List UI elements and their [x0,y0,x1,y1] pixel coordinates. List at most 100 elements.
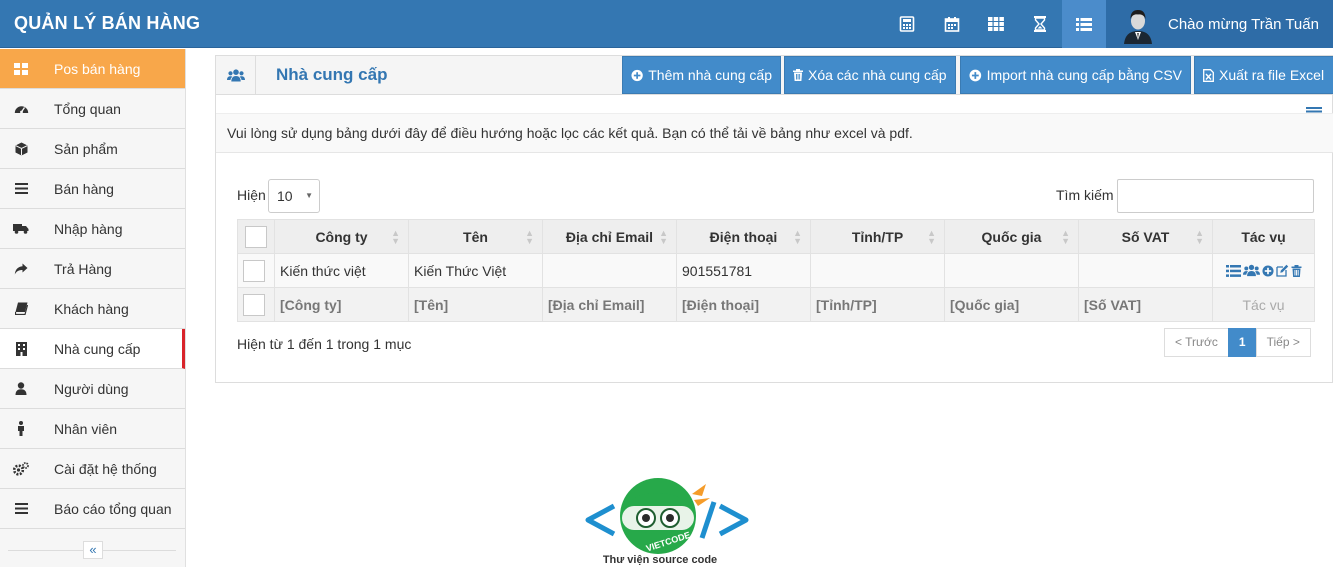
list-details-icon[interactable] [1225,264,1241,277]
sidebar-item-users[interactable]: Người dùng [0,369,185,409]
building-icon [12,341,30,356]
sidebar-item-label: Nhân viên [54,421,118,437]
app-brand[interactable]: QUẢN LÝ BÁN HÀNG [14,0,200,48]
page-size-select[interactable]: 10 ▼ [268,179,320,213]
plus-circle-icon [969,69,982,81]
page-1-button[interactable]: 1 [1227,328,1257,357]
cell-email [542,253,677,288]
user-avatar [1118,4,1158,44]
sidebar-item-sales[interactable]: Bán hàng [0,169,185,209]
calculator-icon[interactable] [885,0,929,48]
select-all-checkbox[interactable] [245,225,267,248]
select-all-cell [237,219,275,254]
sort-icon: ▲ ▼ [1061,228,1070,246]
add-supplier-label: Thêm nhà cung cấp [648,67,772,83]
calendar-icon[interactable] [930,0,974,48]
row-select-cell [237,253,275,288]
list-icon[interactable] [1062,0,1106,48]
sidebar-item-label: Khách hàng [54,301,129,317]
prev-page-button[interactable]: < Trước [1164,328,1229,357]
sidebar-item-products[interactable]: Sản phẩm [0,129,185,169]
hourglass-icon[interactable] [1018,0,1062,48]
sidebar-item-reports[interactable]: Báo cáo tổng quan [0,489,185,529]
col-label: Quốc gia [981,228,1042,245]
col-vat[interactable]: Số VAT ▲ ▼ [1078,219,1213,254]
sidebar-item-label: Báo cáo tổng quan [54,501,172,517]
col-city[interactable]: Tỉnh/TP ▲ ▼ [810,219,945,254]
filter-company[interactable]: [Công ty] [274,287,409,322]
sort-icon: ▲ ▼ [1195,228,1204,246]
col-country[interactable]: Quốc gia ▲ ▼ [944,219,1079,254]
next-page-button[interactable]: Tiếp > [1255,328,1311,357]
sort-icon: ▲ ▼ [391,228,400,246]
col-label: Số VAT [1121,228,1170,245]
filter-email[interactable]: [Địa chỉ Email] [542,287,677,322]
search-label: Tìm kiếm [1056,187,1114,203]
file-excel-icon [1203,68,1214,82]
filter-actions: Tác vụ [1212,287,1315,322]
dashboard-icon [12,102,30,116]
filter-vat[interactable]: [Số VAT] [1078,287,1213,322]
import-csv-button[interactable]: Import nhà cung cấp bằng CSV [960,56,1191,94]
col-label: Công ty [315,228,368,245]
search-input[interactable] [1117,179,1314,213]
row-checkbox[interactable] [243,259,265,282]
cell-phone: 901551781 [676,253,811,288]
filter-checkbox[interactable] [243,293,265,316]
cell-name: Kiến Thức Việt [408,253,543,288]
trash-icon[interactable] [1291,264,1302,277]
add-circle-icon[interactable] [1261,264,1274,277]
import-csv-label: Import nhà cung cấp bằng CSV [986,67,1182,83]
col-label: Điện thoại [709,228,778,245]
sidebar-item-label: Người dùng [54,381,129,397]
sidebar-item-suppliers[interactable]: Nhà cung cấp [0,329,185,369]
cell-city [810,253,945,288]
col-company[interactable]: Công ty ▲ ▼ [274,219,409,254]
sidebar-item-overview[interactable]: Tổng quan [0,89,185,129]
user-menu[interactable]: Chào mừng Trần Tuấn [1106,0,1333,48]
table-row[interactable]: Kiến thức việt Kiến Thức Việt 901551781 [237,253,1315,288]
filter-select-cell [237,287,275,322]
sidebar-item-returns[interactable]: Trả Hàng [0,249,185,289]
delete-suppliers-button[interactable]: Xóa các nhà cung cấp [784,56,956,94]
sort-icon: ▲ ▼ [525,228,534,246]
add-supplier-button[interactable]: Thêm nhà cung cấp [622,56,781,94]
male-icon [12,421,30,436]
sidebar-item-label: Bán hàng [54,181,114,197]
contacts-icon[interactable] [1242,264,1260,277]
col-email[interactable]: Địa chỉ Email ▲ ▼ [542,219,677,254]
panel-header: Nhà cung cấp Thêm nhà cung cấp Xóa các n… [216,56,1333,95]
sidebar-item-label: Sản phẩm [54,141,118,157]
logo-caption: Thư viện source code [602,554,718,566]
sidebar-item-staff[interactable]: Nhân viên [0,409,185,449]
sidebar-item-label: Nhập hàng [54,221,123,237]
filter-phone[interactable]: [Điện thoại] [676,287,811,322]
sidebar-item-label: Nhà cung cấp [54,341,141,357]
suppliers-panel: Nhà cung cấp Thêm nhà cung cấp Xóa các n… [215,55,1333,383]
cell-actions [1212,253,1315,288]
sidebar-item-label: Tổng quan [54,101,121,117]
sidebar-item-pos[interactable]: Pos bán hàng [0,49,185,89]
col-phone[interactable]: Điện thoại ▲ ▼ [676,219,811,254]
sidebar-item-customers[interactable]: Khách hàng [0,289,185,329]
sort-icon: ▲ ▼ [927,228,936,246]
edit-icon[interactable] [1275,264,1289,277]
sidebar-collapse-button[interactable]: « [83,541,103,559]
bars-icon [12,182,30,196]
main-content: Nhà cung cấp Thêm nhà cung cấp Xóa các n… [200,49,1333,567]
sidebar-item-purchases[interactable]: Nhập hàng [0,209,185,249]
user-icon [12,382,30,396]
grid-icon[interactable] [974,0,1018,48]
truck-icon [12,222,30,236]
page-title: Nhà cung cấp [276,65,388,84]
vietcode-logo: VIETCODE Thư viện source code [584,476,752,567]
filter-name[interactable]: [Tên] [408,287,543,322]
col-label: Địa chỉ Email [565,228,654,245]
export-excel-button[interactable]: Xuất ra file Excel [1194,56,1333,94]
filter-country[interactable]: [Quốc gia] [944,287,1079,322]
share-icon [12,262,30,276]
filter-city[interactable]: [Tỉnh/TP] [810,287,945,322]
pagination: < Trước 1 Tiếp > [1164,328,1311,357]
sidebar-item-settings[interactable]: Cài đặt hệ thống [0,449,185,489]
col-name[interactable]: Tên ▲ ▼ [408,219,543,254]
